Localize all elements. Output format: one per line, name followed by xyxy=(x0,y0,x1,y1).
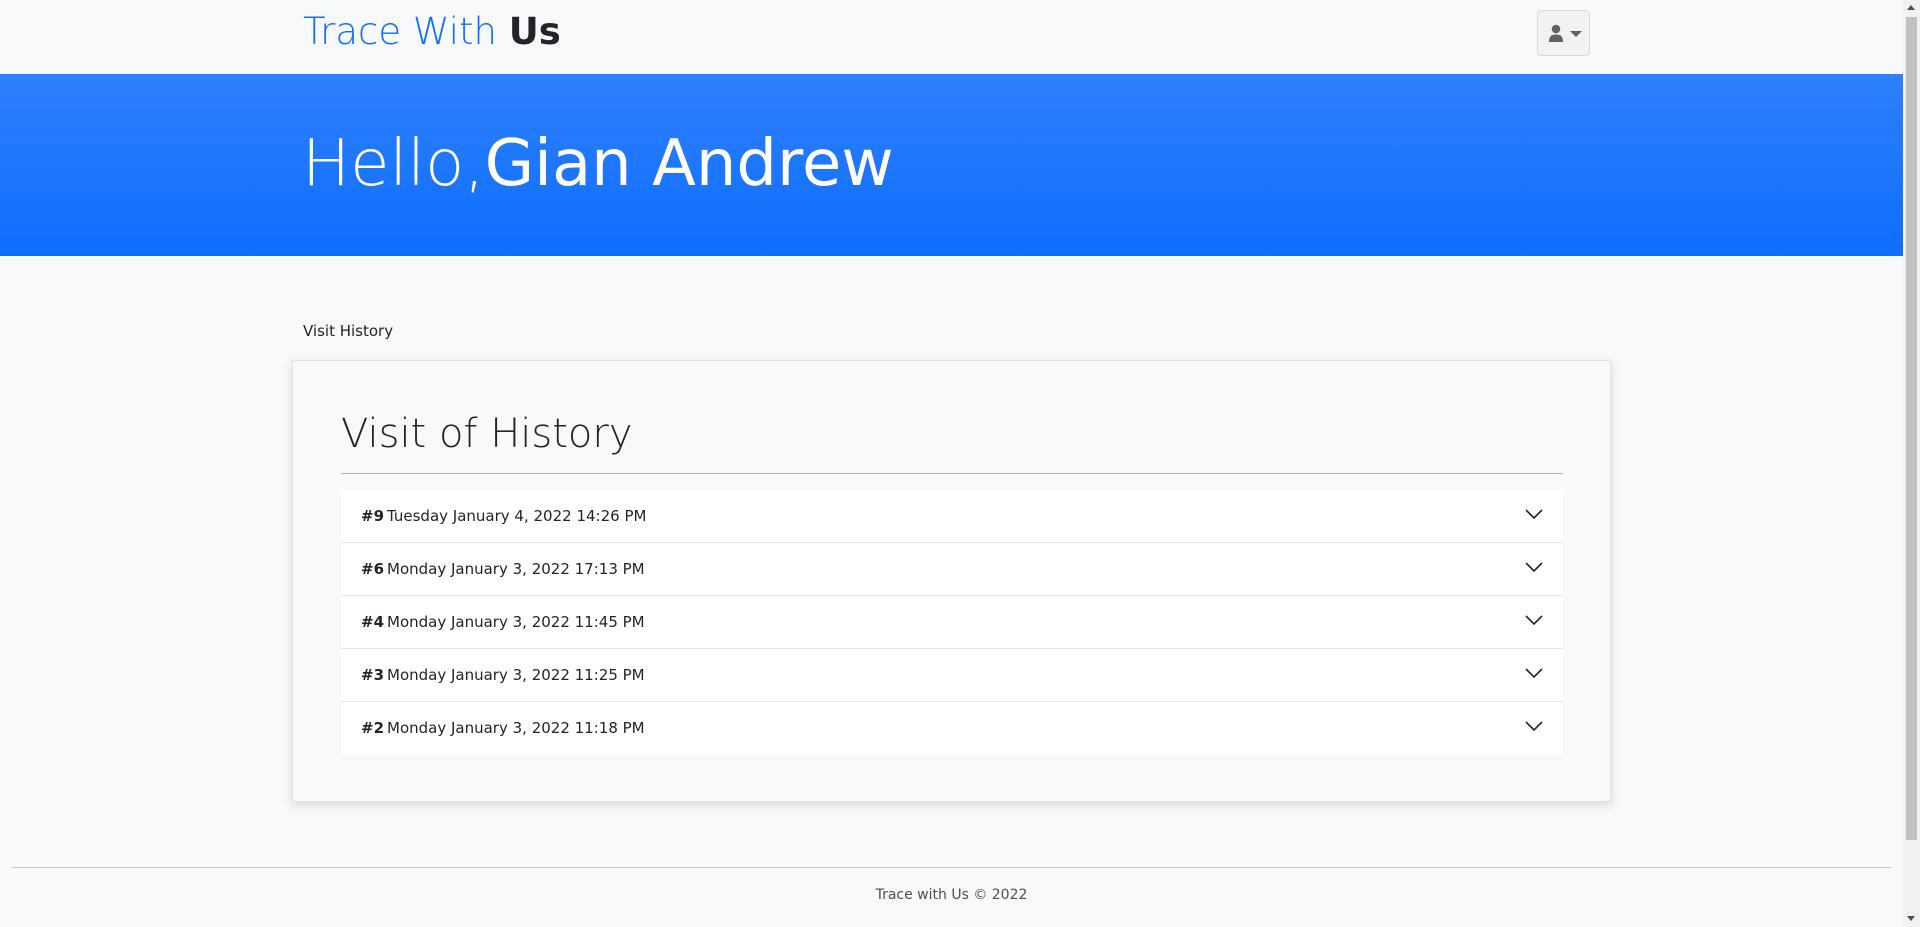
chevron-down-icon[interactable] xyxy=(1525,720,1543,732)
visit-item[interactable]: #9 Tuesday January 4, 2022 14:26 PM xyxy=(341,490,1563,543)
visit-date: Monday January 3, 2022 17:13 PM xyxy=(387,560,645,578)
visit-number: #3 xyxy=(361,666,385,684)
visit-item[interactable]: #6 Monday January 3, 2022 17:13 PM xyxy=(341,543,1563,596)
visit-date: Monday January 3, 2022 11:25 PM xyxy=(387,666,645,684)
brand-logo[interactable]: Trace With Us xyxy=(303,8,561,56)
scroll-down-arrow-icon[interactable] xyxy=(1907,916,1915,921)
chevron-down-icon[interactable] xyxy=(1525,614,1543,626)
visit-history-card: Visit of History #9 Tuesday January 4, 2… xyxy=(292,360,1611,802)
page: Trace With Us Hello,Gian Andrew Visit Hi… xyxy=(0,0,1920,927)
divider xyxy=(341,473,1563,474)
user-icon xyxy=(1549,24,1563,42)
card-title: Visit of History xyxy=(341,411,633,457)
visit-item[interactable]: #2 Monday January 3, 2022 11:18 PM xyxy=(341,702,1563,755)
greeting-text: Hello, xyxy=(302,127,485,201)
visit-number: #2 xyxy=(361,719,385,737)
chevron-down-icon[interactable] xyxy=(1525,561,1543,573)
top-navbar: Trace With Us xyxy=(0,0,1903,74)
footer-copyright: Trace with Us © 2022 xyxy=(875,887,1028,903)
user-menu-button[interactable] xyxy=(1537,10,1590,56)
footer-divider xyxy=(12,867,1891,868)
visit-list: #9 Tuesday January 4, 2022 14:26 PM #6 M… xyxy=(341,490,1563,755)
visit-number: #4 xyxy=(361,613,385,631)
visit-date: Monday January 3, 2022 11:18 PM xyxy=(387,719,645,737)
chevron-down-icon[interactable] xyxy=(1525,667,1543,679)
visit-date: Tuesday January 4, 2022 14:26 PM xyxy=(387,507,647,525)
breadcrumb: Visit History xyxy=(303,322,394,340)
visit-number: #6 xyxy=(361,560,385,578)
visit-date: Monday January 3, 2022 11:45 PM xyxy=(387,613,645,631)
visit-item[interactable]: #4 Monday January 3, 2022 11:45 PM xyxy=(341,596,1563,649)
brand-text-light: Trace With xyxy=(303,10,509,53)
scrollbar-thumb[interactable] xyxy=(1906,17,1917,840)
user-name: Gian Andrew xyxy=(484,127,894,201)
hero-greeting: Hello,Gian Andrew xyxy=(302,124,894,204)
hero-banner: Hello,Gian Andrew xyxy=(0,74,1903,256)
visit-item[interactable]: #3 Monday January 3, 2022 11:25 PM xyxy=(341,649,1563,702)
caret-down-icon xyxy=(1570,31,1582,37)
scroll-up-arrow-icon[interactable] xyxy=(1907,5,1915,10)
chevron-down-icon[interactable] xyxy=(1525,508,1543,520)
visit-number: #9 xyxy=(361,507,385,525)
vertical-scrollbar[interactable] xyxy=(1903,0,1920,927)
brand-text-bold: Us xyxy=(508,10,561,53)
